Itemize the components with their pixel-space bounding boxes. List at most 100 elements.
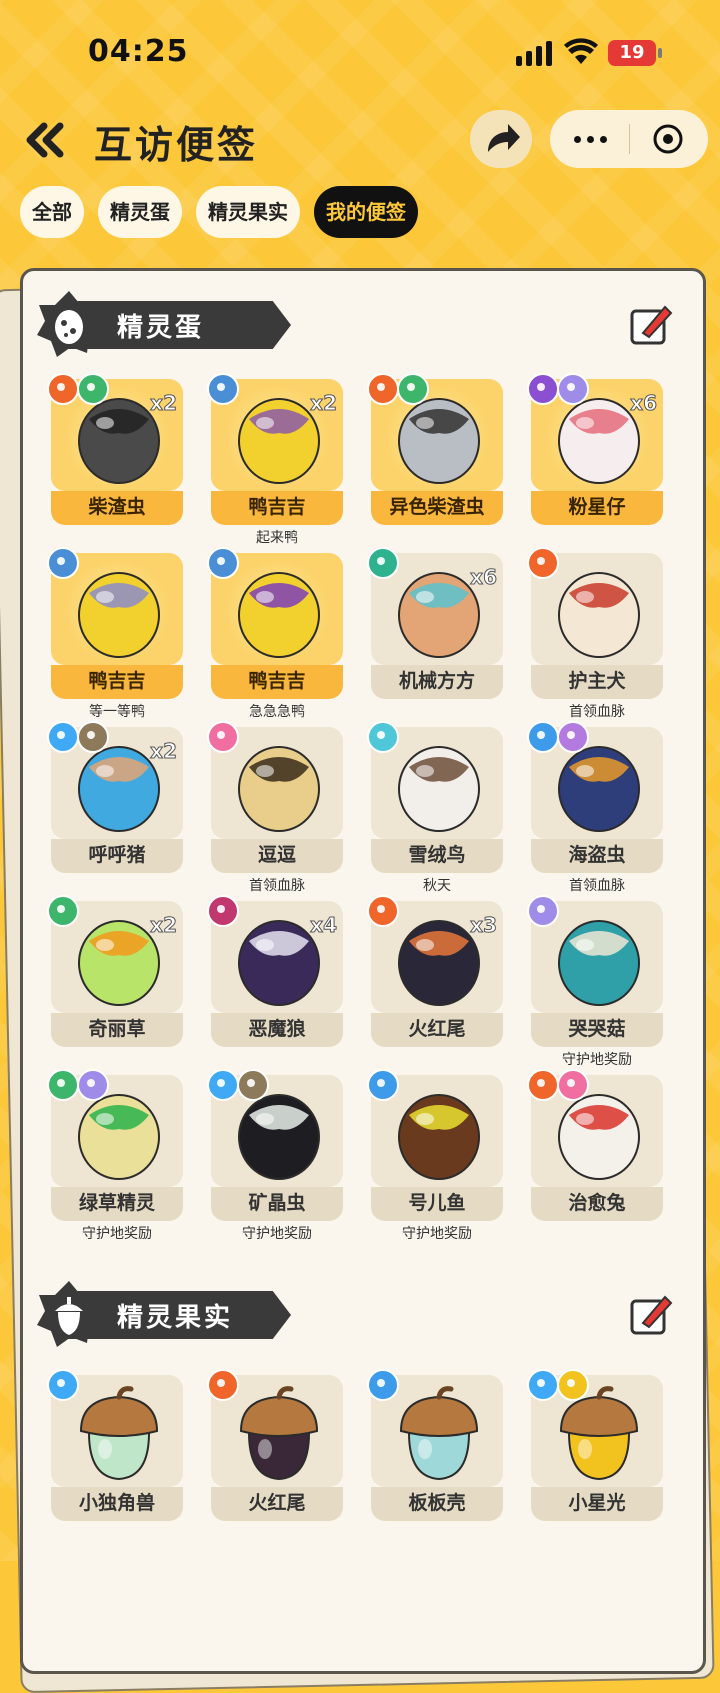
egg-item[interactable]: x6 粉星仔: [527, 373, 663, 529]
egg-item[interactable]: 矿晶虫 守护地奖励: [207, 1069, 343, 1242]
share-icon: [488, 124, 520, 152]
egg-name: 火红尾: [371, 1013, 503, 1047]
egg-name: 奇丽草: [51, 1013, 183, 1047]
dark-type-icon: [207, 895, 239, 927]
edit-eggs-icon[interactable]: [629, 303, 673, 347]
notes-card: 精灵蛋 x2 柴渣虫 x2 鸭吉吉 起来鸭 异色柴渣虫 x6 粉星仔 鸭吉吉 等一等鸭 鸭吉吉 急急急…: [20, 268, 706, 1674]
type-badges: [207, 1369, 239, 1401]
grass-type-icon: [47, 895, 79, 927]
tab-all[interactable]: 全部: [20, 186, 84, 238]
egg-item[interactable]: 治愈兔: [527, 1069, 663, 1225]
acorn-section-icon: [37, 1281, 103, 1347]
egg-item[interactable]: x2 柴渣虫: [47, 373, 183, 529]
egg-name: 哭哭菇: [531, 1013, 663, 1047]
egg-item[interactable]: 哭哭菇 守护地奖励: [527, 895, 663, 1068]
egg-name: 鸭吉吉: [211, 491, 343, 525]
fruit-name: 板板壳: [371, 1487, 503, 1521]
egg-name: 逗逗: [211, 839, 343, 873]
type-badges: [367, 1069, 399, 1101]
psychic2-type-icon: [557, 721, 589, 753]
egg-icon: [558, 920, 640, 1006]
back-icon[interactable]: [22, 120, 66, 160]
acorn-icon: [239, 1386, 319, 1481]
egg-count: x6: [630, 391, 658, 416]
psychic-type-icon: [77, 1069, 109, 1101]
egg-name: 鸭吉吉: [211, 665, 343, 699]
egg-section-icon: [37, 291, 103, 357]
filter-tabs: 全部 精灵蛋 精灵果实 我的便签: [20, 186, 418, 238]
egg-item[interactable]: x2 呼呼猪: [47, 721, 183, 877]
fairy-type-icon: [207, 721, 239, 753]
type-badges: [527, 373, 589, 405]
edit-fruits-icon[interactable]: [629, 1293, 673, 1337]
tab-fruits[interactable]: 精灵果实: [196, 186, 300, 238]
egg-count: x2: [150, 913, 178, 938]
type-badges: [47, 1369, 79, 1401]
egg-subtitle: 首领血脉: [569, 704, 625, 720]
type-badges: [207, 721, 239, 753]
egg-item[interactable]: 号儿鱼 守护地奖励: [367, 1069, 503, 1242]
egg-item[interactable]: x2 奇丽草: [47, 895, 183, 1051]
close-target-icon[interactable]: [652, 123, 684, 155]
type-badges: [207, 1069, 269, 1101]
egg-item[interactable]: 鸭吉吉 等一等鸭: [47, 547, 183, 720]
electric-type-icon: [557, 1369, 589, 1401]
egg-item[interactable]: 鸭吉吉 急急急鸭: [207, 547, 343, 720]
fruit-name: 火红尾: [211, 1487, 343, 1521]
egg-item[interactable]: x2 鸭吉吉 起来鸭: [207, 373, 343, 546]
egg-count: x6: [470, 565, 498, 590]
egg-subtitle: 首领血脉: [569, 878, 625, 894]
type-badges: [527, 1069, 589, 1101]
more-icon[interactable]: [572, 128, 608, 150]
egg-count: x4: [310, 913, 338, 938]
type-badges: [207, 547, 239, 579]
normal-type-icon: [207, 547, 239, 579]
ice-type-icon: [527, 1369, 559, 1401]
egg-item[interactable]: 雪绒鸟 秋天: [367, 721, 503, 894]
egg-subtitle: 首领血脉: [249, 878, 305, 894]
type-badges: [47, 721, 109, 753]
egg-item[interactable]: x4 恶魔狼: [207, 895, 343, 1051]
fruit-item[interactable]: 小星光: [527, 1369, 663, 1525]
egg-name: 柴渣虫: [51, 491, 183, 525]
egg-item[interactable]: 护主犬 首领血脉: [527, 547, 663, 720]
egg-count: x2: [150, 391, 178, 416]
battery-icon: 19: [608, 40, 662, 66]
type-badges: [47, 373, 109, 405]
grass-type-icon: [397, 373, 429, 405]
egg-item[interactable]: 逗逗 首领血脉: [207, 721, 343, 894]
fruit-name: 小星光: [531, 1487, 663, 1521]
egg-item[interactable]: 绿草精灵 守护地奖励: [47, 1069, 183, 1242]
tab-my-notes[interactable]: 我的便签: [314, 186, 418, 238]
share-button[interactable]: [470, 110, 532, 168]
egg-icon: [398, 746, 480, 832]
fruit-item[interactable]: 板板壳: [367, 1369, 503, 1525]
acorn-icon: [79, 1386, 159, 1481]
fruit-item[interactable]: 小独角兽: [47, 1369, 183, 1525]
fruit-name: 小独角兽: [51, 1487, 183, 1521]
egg-count: x2: [150, 739, 178, 764]
fire-type-icon: [207, 1369, 239, 1401]
egg-name: 恶魔狼: [211, 1013, 343, 1047]
type-badges: [207, 373, 239, 405]
type-badges: [47, 547, 79, 579]
egg-name: 治愈兔: [531, 1187, 663, 1221]
fire-type-icon: [527, 1069, 559, 1101]
egg-subtitle: 等一等鸭: [89, 704, 145, 720]
type-badges: [47, 895, 79, 927]
egg-item[interactable]: x3 火红尾: [367, 895, 503, 1051]
type-badges: [527, 1369, 589, 1401]
psychic-type-icon: [527, 895, 559, 927]
normal-type-icon: [207, 373, 239, 405]
eggs-section-header: 精灵蛋: [33, 291, 291, 357]
egg-item[interactable]: 异色柴渣虫: [367, 373, 503, 529]
fruit-item[interactable]: 火红尾: [207, 1369, 343, 1525]
acorn-icon: [399, 1386, 479, 1481]
egg-item[interactable]: 海盗虫 首领血脉: [527, 721, 663, 894]
type-badges: [527, 895, 559, 927]
fairy-type-icon: [557, 1069, 589, 1101]
tab-eggs[interactable]: 精灵蛋: [98, 186, 182, 238]
egg-name: 海盗虫: [531, 839, 663, 873]
egg-icon: [238, 572, 320, 658]
egg-item[interactable]: x6 机械方方: [367, 547, 503, 703]
